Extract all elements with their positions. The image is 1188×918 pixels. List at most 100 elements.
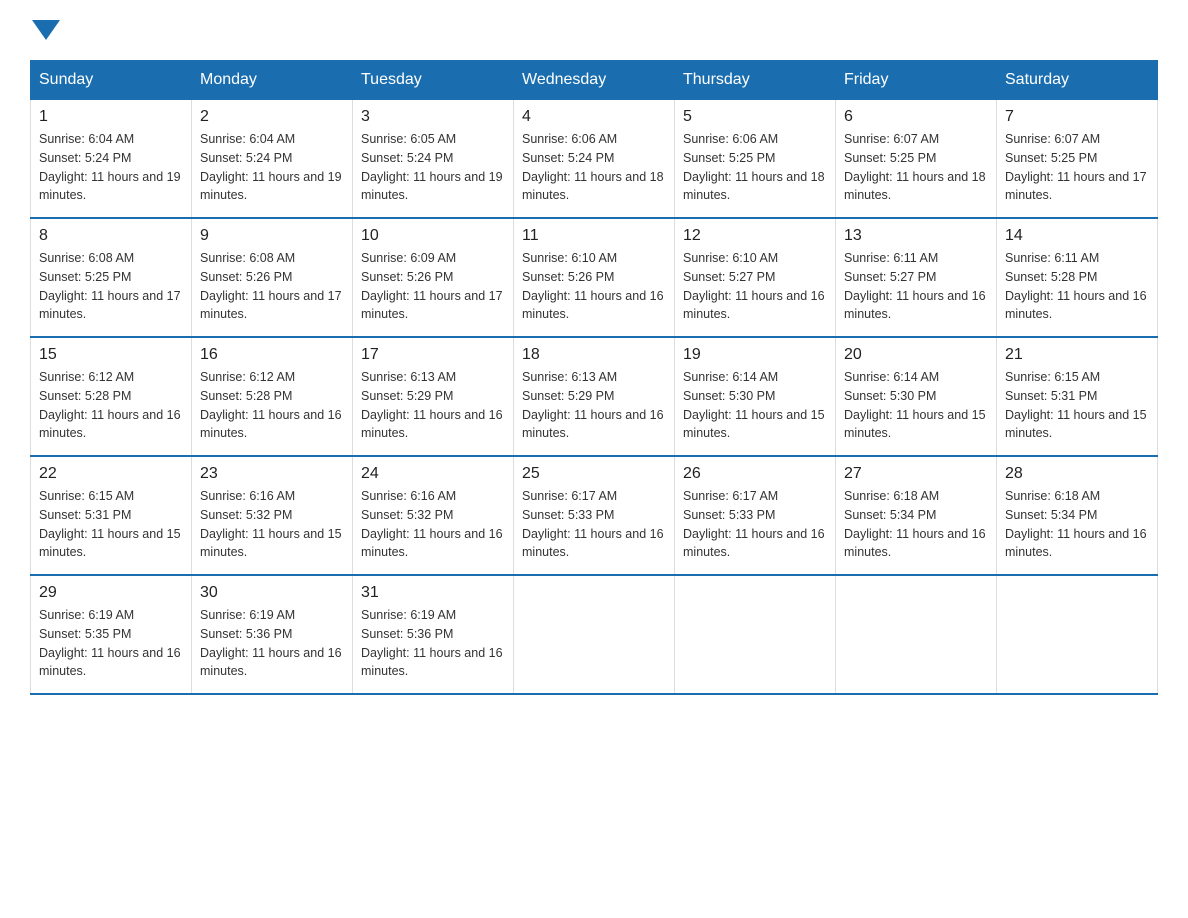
calendar-cell: 1 Sunrise: 6:04 AM Sunset: 5:24 PM Dayli…: [31, 100, 192, 219]
calendar-cell: 24 Sunrise: 6:16 AM Sunset: 5:32 PM Dayl…: [353, 456, 514, 575]
weekday-header-wednesday: Wednesday: [514, 61, 675, 100]
calendar-cell: 29 Sunrise: 6:19 AM Sunset: 5:35 PM Dayl…: [31, 575, 192, 694]
logo: [30, 20, 62, 40]
day-number: 9: [200, 227, 344, 245]
day-info: Sunrise: 6:14 AM Sunset: 5:30 PM Dayligh…: [683, 368, 827, 443]
calendar-cell: 22 Sunrise: 6:15 AM Sunset: 5:31 PM Dayl…: [31, 456, 192, 575]
day-number: 6: [844, 108, 988, 126]
calendar-cell: 6 Sunrise: 6:07 AM Sunset: 5:25 PM Dayli…: [836, 100, 997, 219]
day-info: Sunrise: 6:08 AM Sunset: 5:25 PM Dayligh…: [39, 249, 183, 324]
day-number: 18: [522, 346, 666, 364]
calendar-cell: [675, 575, 836, 694]
day-number: 2: [200, 108, 344, 126]
calendar-cell: 9 Sunrise: 6:08 AM Sunset: 5:26 PM Dayli…: [192, 218, 353, 337]
weekday-header-row: SundayMondayTuesdayWednesdayThursdayFrid…: [31, 61, 1158, 100]
day-number: 29: [39, 584, 183, 602]
day-number: 28: [1005, 465, 1149, 483]
day-number: 13: [844, 227, 988, 245]
weekday-header-saturday: Saturday: [997, 61, 1158, 100]
calendar-cell: 23 Sunrise: 6:16 AM Sunset: 5:32 PM Dayl…: [192, 456, 353, 575]
calendar-cell: 26 Sunrise: 6:17 AM Sunset: 5:33 PM Dayl…: [675, 456, 836, 575]
day-info: Sunrise: 6:13 AM Sunset: 5:29 PM Dayligh…: [522, 368, 666, 443]
calendar-cell: 10 Sunrise: 6:09 AM Sunset: 5:26 PM Dayl…: [353, 218, 514, 337]
day-number: 8: [39, 227, 183, 245]
day-number: 7: [1005, 108, 1149, 126]
weekday-header-tuesday: Tuesday: [353, 61, 514, 100]
day-info: Sunrise: 6:17 AM Sunset: 5:33 PM Dayligh…: [683, 487, 827, 562]
day-number: 14: [1005, 227, 1149, 245]
day-info: Sunrise: 6:16 AM Sunset: 5:32 PM Dayligh…: [200, 487, 344, 562]
calendar-week-row: 22 Sunrise: 6:15 AM Sunset: 5:31 PM Dayl…: [31, 456, 1158, 575]
day-number: 24: [361, 465, 505, 483]
day-info: Sunrise: 6:10 AM Sunset: 5:27 PM Dayligh…: [683, 249, 827, 324]
calendar-week-row: 15 Sunrise: 6:12 AM Sunset: 5:28 PM Dayl…: [31, 337, 1158, 456]
calendar-cell: 17 Sunrise: 6:13 AM Sunset: 5:29 PM Dayl…: [353, 337, 514, 456]
day-info: Sunrise: 6:19 AM Sunset: 5:36 PM Dayligh…: [361, 606, 505, 681]
day-number: 25: [522, 465, 666, 483]
day-info: Sunrise: 6:14 AM Sunset: 5:30 PM Dayligh…: [844, 368, 988, 443]
calendar-cell: [997, 575, 1158, 694]
day-info: Sunrise: 6:12 AM Sunset: 5:28 PM Dayligh…: [200, 368, 344, 443]
calendar-cell: 7 Sunrise: 6:07 AM Sunset: 5:25 PM Dayli…: [997, 100, 1158, 219]
calendar-cell: 14 Sunrise: 6:11 AM Sunset: 5:28 PM Dayl…: [997, 218, 1158, 337]
calendar-cell: 25 Sunrise: 6:17 AM Sunset: 5:33 PM Dayl…: [514, 456, 675, 575]
day-info: Sunrise: 6:19 AM Sunset: 5:35 PM Dayligh…: [39, 606, 183, 681]
day-number: 12: [683, 227, 827, 245]
calendar-week-row: 29 Sunrise: 6:19 AM Sunset: 5:35 PM Dayl…: [31, 575, 1158, 694]
weekday-header-thursday: Thursday: [675, 61, 836, 100]
day-info: Sunrise: 6:07 AM Sunset: 5:25 PM Dayligh…: [1005, 130, 1149, 205]
day-number: 27: [844, 465, 988, 483]
day-info: Sunrise: 6:11 AM Sunset: 5:28 PM Dayligh…: [1005, 249, 1149, 324]
day-number: 3: [361, 108, 505, 126]
calendar-cell: 28 Sunrise: 6:18 AM Sunset: 5:34 PM Dayl…: [997, 456, 1158, 575]
day-number: 30: [200, 584, 344, 602]
calendar-cell: 19 Sunrise: 6:14 AM Sunset: 5:30 PM Dayl…: [675, 337, 836, 456]
calendar-cell: 4 Sunrise: 6:06 AM Sunset: 5:24 PM Dayli…: [514, 100, 675, 219]
weekday-header-monday: Monday: [192, 61, 353, 100]
calendar-cell: 8 Sunrise: 6:08 AM Sunset: 5:25 PM Dayli…: [31, 218, 192, 337]
day-number: 10: [361, 227, 505, 245]
day-info: Sunrise: 6:12 AM Sunset: 5:28 PM Dayligh…: [39, 368, 183, 443]
day-number: 22: [39, 465, 183, 483]
day-number: 26: [683, 465, 827, 483]
day-number: 31: [361, 584, 505, 602]
day-number: 21: [1005, 346, 1149, 364]
calendar-cell: 11 Sunrise: 6:10 AM Sunset: 5:26 PM Dayl…: [514, 218, 675, 337]
day-info: Sunrise: 6:10 AM Sunset: 5:26 PM Dayligh…: [522, 249, 666, 324]
calendar-cell: 20 Sunrise: 6:14 AM Sunset: 5:30 PM Dayl…: [836, 337, 997, 456]
day-info: Sunrise: 6:16 AM Sunset: 5:32 PM Dayligh…: [361, 487, 505, 562]
day-number: 4: [522, 108, 666, 126]
day-info: Sunrise: 6:15 AM Sunset: 5:31 PM Dayligh…: [1005, 368, 1149, 443]
day-info: Sunrise: 6:19 AM Sunset: 5:36 PM Dayligh…: [200, 606, 344, 681]
day-info: Sunrise: 6:18 AM Sunset: 5:34 PM Dayligh…: [1005, 487, 1149, 562]
day-info: Sunrise: 6:06 AM Sunset: 5:25 PM Dayligh…: [683, 130, 827, 205]
calendar-cell: 27 Sunrise: 6:18 AM Sunset: 5:34 PM Dayl…: [836, 456, 997, 575]
logo-triangle-icon: [32, 20, 60, 40]
day-number: 23: [200, 465, 344, 483]
day-info: Sunrise: 6:18 AM Sunset: 5:34 PM Dayligh…: [844, 487, 988, 562]
day-number: 19: [683, 346, 827, 364]
day-number: 15: [39, 346, 183, 364]
calendar-cell: 5 Sunrise: 6:06 AM Sunset: 5:25 PM Dayli…: [675, 100, 836, 219]
calendar-cell: 2 Sunrise: 6:04 AM Sunset: 5:24 PM Dayli…: [192, 100, 353, 219]
day-info: Sunrise: 6:04 AM Sunset: 5:24 PM Dayligh…: [200, 130, 344, 205]
calendar-week-row: 8 Sunrise: 6:08 AM Sunset: 5:25 PM Dayli…: [31, 218, 1158, 337]
day-info: Sunrise: 6:08 AM Sunset: 5:26 PM Dayligh…: [200, 249, 344, 324]
day-info: Sunrise: 6:06 AM Sunset: 5:24 PM Dayligh…: [522, 130, 666, 205]
calendar-cell: 3 Sunrise: 6:05 AM Sunset: 5:24 PM Dayli…: [353, 100, 514, 219]
calendar-cell: [514, 575, 675, 694]
calendar-cell: 30 Sunrise: 6:19 AM Sunset: 5:36 PM Dayl…: [192, 575, 353, 694]
calendar-cell: 18 Sunrise: 6:13 AM Sunset: 5:29 PM Dayl…: [514, 337, 675, 456]
day-info: Sunrise: 6:05 AM Sunset: 5:24 PM Dayligh…: [361, 130, 505, 205]
day-info: Sunrise: 6:15 AM Sunset: 5:31 PM Dayligh…: [39, 487, 183, 562]
day-number: 17: [361, 346, 505, 364]
day-info: Sunrise: 6:17 AM Sunset: 5:33 PM Dayligh…: [522, 487, 666, 562]
day-number: 5: [683, 108, 827, 126]
page-header: [30, 20, 1158, 40]
weekday-header-sunday: Sunday: [31, 61, 192, 100]
day-number: 1: [39, 108, 183, 126]
calendar-cell: 15 Sunrise: 6:12 AM Sunset: 5:28 PM Dayl…: [31, 337, 192, 456]
calendar-table: SundayMondayTuesdayWednesdayThursdayFrid…: [30, 60, 1158, 695]
calendar-cell: 13 Sunrise: 6:11 AM Sunset: 5:27 PM Dayl…: [836, 218, 997, 337]
calendar-week-row: 1 Sunrise: 6:04 AM Sunset: 5:24 PM Dayli…: [31, 100, 1158, 219]
